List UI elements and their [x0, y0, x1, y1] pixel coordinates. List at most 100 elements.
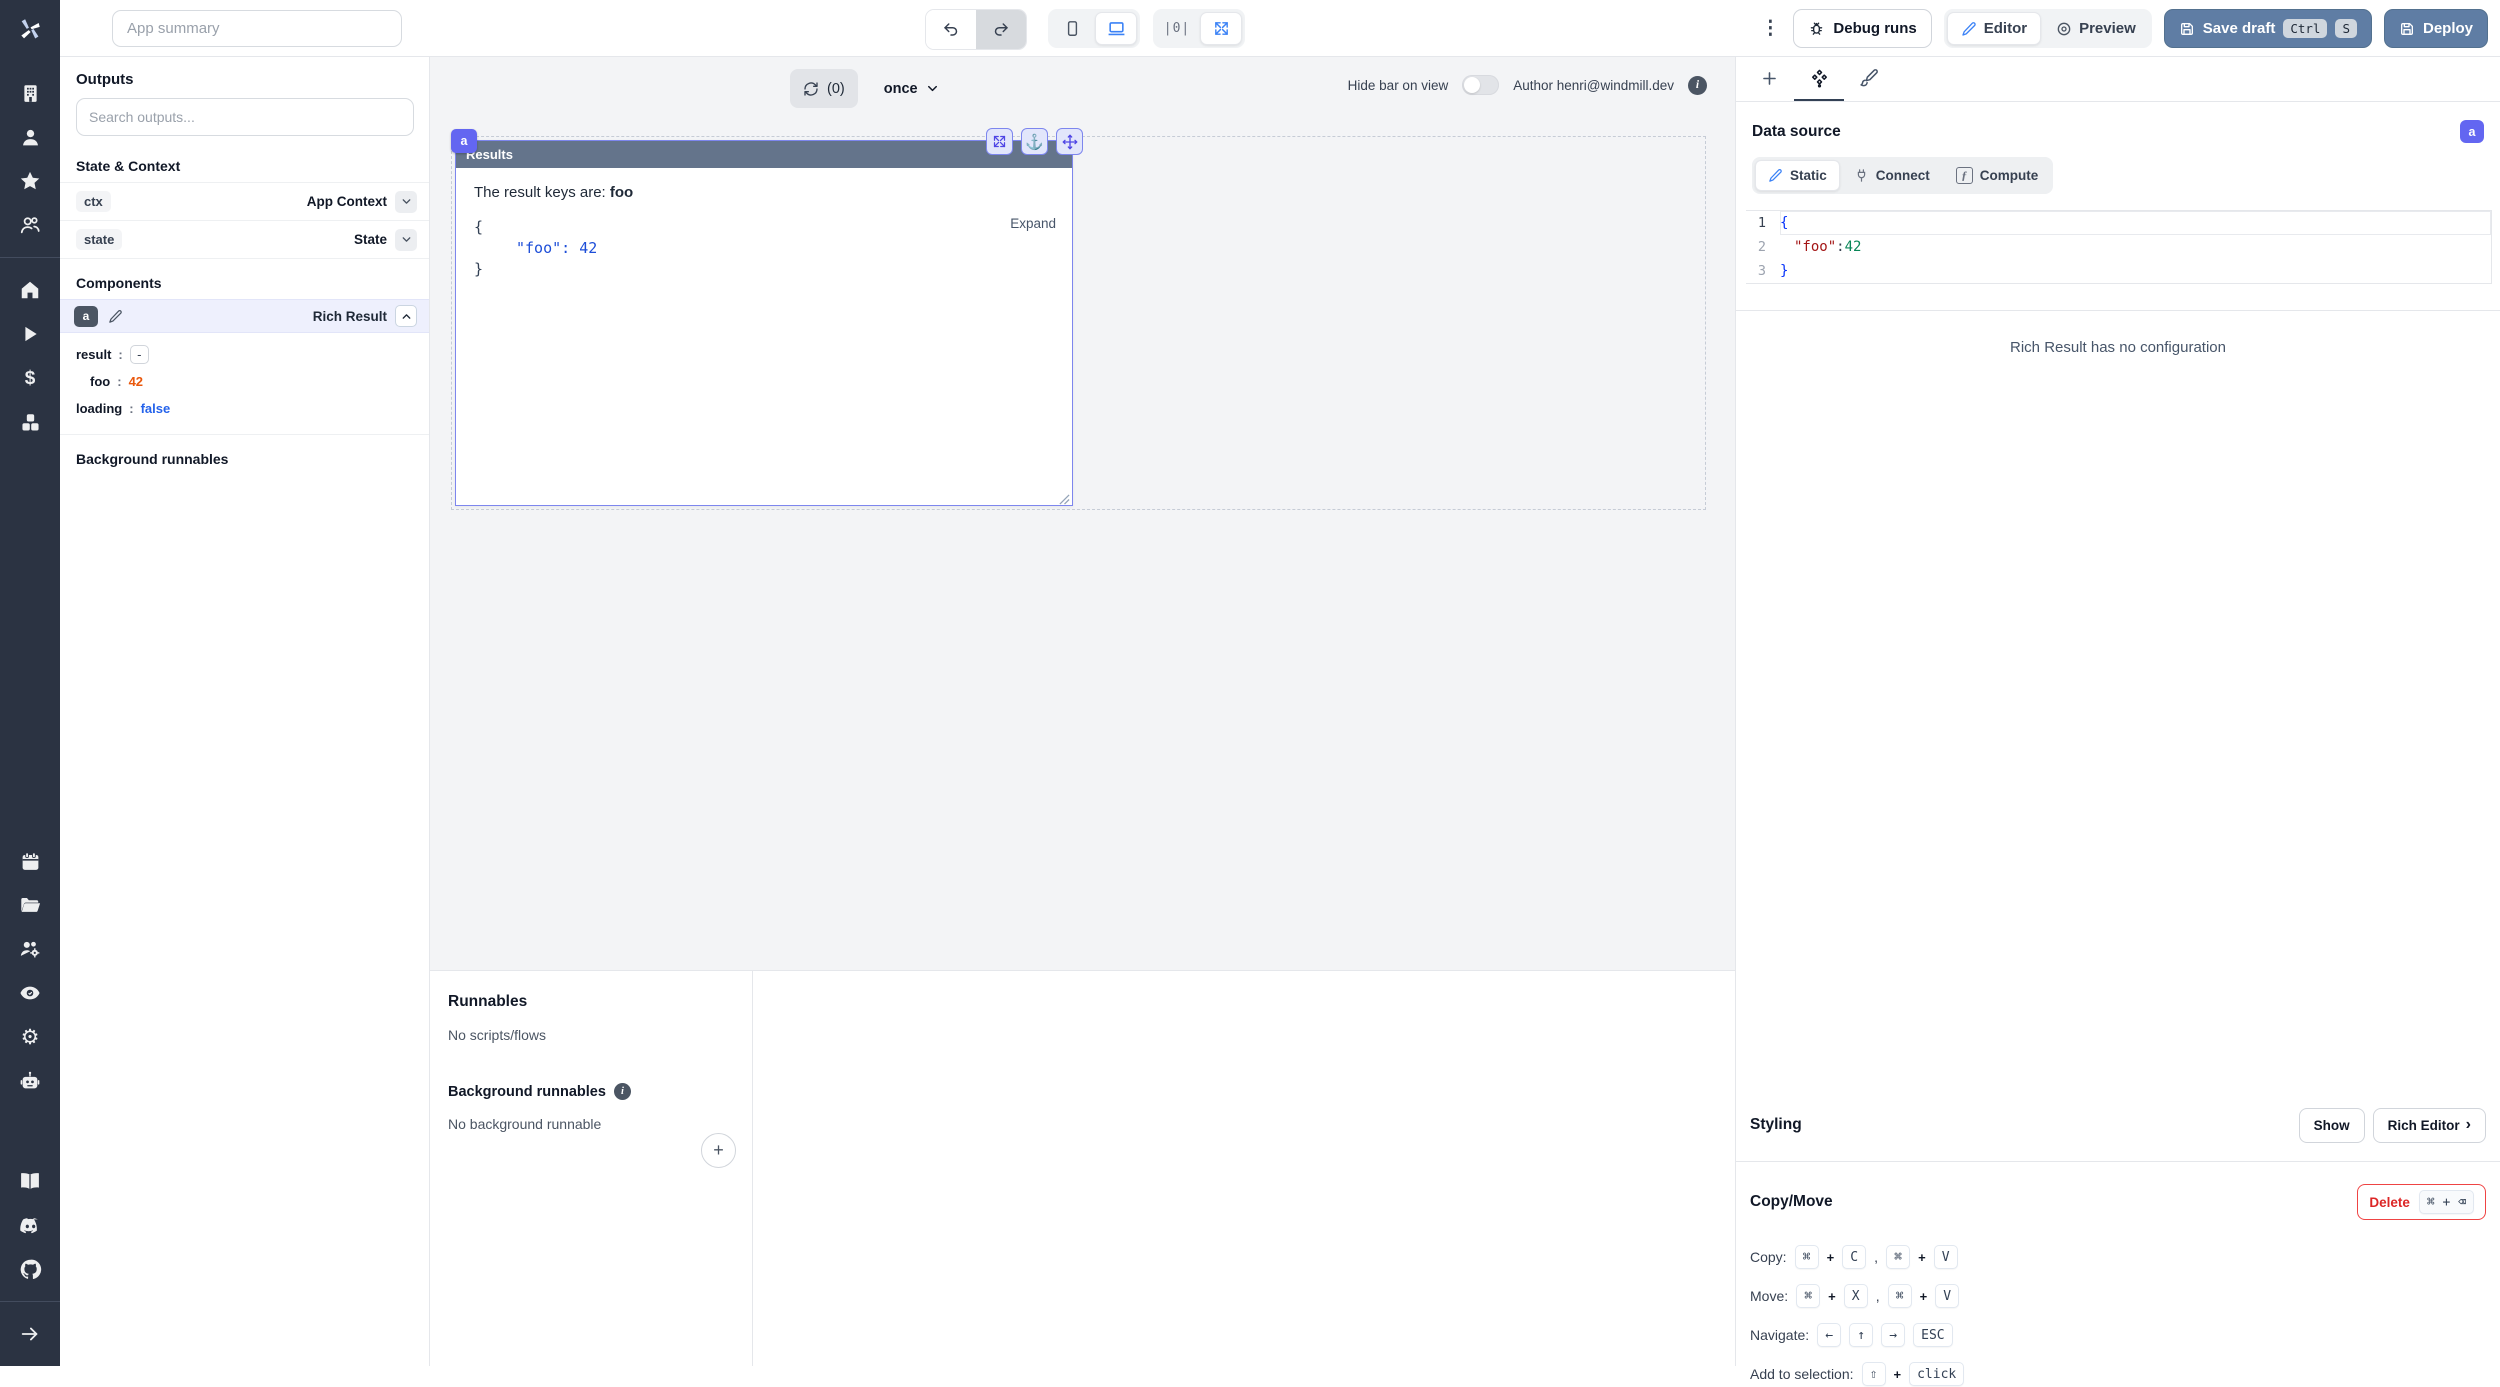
connect-mode-label: Connect	[1876, 168, 1930, 183]
copy-move-section: Copy/Move Delete ⌘ + ⌫	[1736, 1184, 2500, 1220]
loading-tree-row: loading : false	[76, 395, 413, 422]
app-canvas[interactable]: (0) once Hide bar on view Author henri@w…	[430, 57, 1735, 1366]
save-draft-button[interactable]: Save draft Ctrl S	[2164, 9, 2372, 48]
hide-bar-toggle[interactable]	[1462, 75, 1499, 95]
plus-icon	[1760, 69, 1779, 88]
code-line-3[interactable]: 3 }	[1746, 259, 2491, 283]
styling-tab[interactable]	[1844, 57, 1894, 101]
static-mode-button[interactable]: Static	[1755, 160, 1840, 191]
user-icon[interactable]	[0, 115, 60, 159]
workspace-icon[interactable]	[0, 71, 60, 115]
component-a-row[interactable]: a Rich Result	[60, 299, 429, 333]
expand-json-link[interactable]: Expand	[1010, 216, 1056, 231]
cmd-key: ⌘	[1888, 1284, 1912, 1308]
insert-component-tab[interactable]	[1744, 57, 1794, 101]
windmill-logo[interactable]	[0, 0, 60, 57]
favorites-star-icon[interactable]	[0, 159, 60, 203]
groups-icon[interactable]	[0, 203, 60, 247]
panel-bottom-sections: Styling Show Rich Editor › Copy/Move Del…	[1736, 1105, 2500, 1387]
component-collapse-button[interactable]	[395, 305, 417, 327]
search-outputs-input[interactable]	[76, 98, 414, 136]
editor-tab-label: Editor	[1984, 20, 2027, 37]
app-summary-input[interactable]	[112, 10, 402, 47]
mobile-view-button[interactable]	[1051, 12, 1093, 45]
json-open-brace: {	[474, 217, 1054, 238]
chevron-up-icon	[400, 310, 413, 323]
expand-sidebar-arrow-icon[interactable]	[0, 1312, 60, 1356]
collapse-result-button[interactable]: -	[130, 345, 149, 364]
runs-play-icon[interactable]	[0, 312, 60, 356]
spacing-button[interactable]: |0|	[1156, 12, 1198, 45]
settings-gear-icon[interactable]: ⚙	[0, 1015, 60, 1059]
preview-tab[interactable]: Preview	[2043, 12, 2149, 45]
connect-mode-button[interactable]: Connect	[1842, 160, 1942, 191]
anchor-component-button[interactable]: ⚓	[1021, 128, 1048, 155]
rich-result-component[interactable]: a ⚓ Results The result keys are: foo Exp…	[455, 140, 1073, 506]
editor-tab[interactable]: Editor	[1947, 12, 2041, 45]
right-arrow-key: →	[1881, 1323, 1905, 1347]
desktop-icon	[1107, 19, 1126, 38]
styling-title: Styling	[1750, 1116, 1802, 1134]
delete-shortcut-kbd: ⌘ + ⌫	[2419, 1190, 2474, 1214]
home-icon[interactable]	[0, 268, 60, 312]
component-header[interactable]: Results	[456, 141, 1072, 168]
undo-button[interactable]	[926, 10, 976, 49]
docs-book-icon[interactable]	[0, 1159, 60, 1203]
rename-pencil-icon[interactable]	[108, 309, 123, 324]
folders-icon[interactable]	[0, 883, 60, 927]
component-settings-tab[interactable]	[1794, 57, 1844, 101]
rail-divider-bottom	[0, 1301, 60, 1302]
rail-divider	[0, 257, 60, 258]
rich-editor-button[interactable]: Rich Editor ›	[2373, 1108, 2486, 1143]
debug-runs-button[interactable]: Debug runs	[1793, 9, 1931, 48]
discord-icon[interactable]	[0, 1203, 60, 1247]
ctx-row[interactable]: ctx App Context	[60, 183, 429, 221]
redo-icon	[992, 21, 1010, 39]
component-settings-icon	[1809, 68, 1830, 89]
foo-key: foo	[90, 374, 110, 389]
schedules-calendar-icon[interactable]	[0, 839, 60, 883]
author-info-icon[interactable]: i	[1688, 76, 1707, 95]
resize-handle[interactable]	[1059, 494, 1070, 505]
code-line-1[interactable]: 1 {	[1746, 211, 2491, 235]
background-info-icon[interactable]: i	[614, 1083, 631, 1100]
json-code-editor[interactable]: 1 { 2 "foo": 42 3 }	[1746, 210, 2492, 284]
compute-mode-button[interactable]: ƒ Compute	[1944, 160, 2051, 191]
state-row[interactable]: state State	[60, 221, 429, 259]
app-editor-screen: $ ⚙	[0, 0, 2500, 1366]
undo-icon	[942, 21, 960, 39]
desktop-view-button[interactable]	[1095, 12, 1137, 45]
styling-section: Styling Show Rich Editor ›	[1736, 1105, 2500, 1145]
more-menu-button[interactable]: ⋮	[1759, 17, 1781, 40]
redo-button[interactable]	[976, 10, 1026, 49]
loading-key: loading	[76, 401, 122, 416]
component-badge[interactable]: a	[451, 129, 477, 153]
github-icon[interactable]	[0, 1247, 60, 1291]
ctx-expand-button[interactable]	[395, 191, 417, 213]
fullscreen-icon	[1213, 20, 1230, 37]
workers-icon[interactable]	[0, 927, 60, 971]
move-component-button[interactable]	[1056, 128, 1083, 155]
windmill-logo-icon	[17, 16, 43, 42]
expand-component-button[interactable]	[986, 128, 1013, 155]
state-expand-button[interactable]	[395, 229, 417, 251]
component-grid[interactable]: a ⚓ Results The result keys are: foo Exp…	[451, 136, 1706, 510]
recompute-button[interactable]: (0)	[790, 69, 858, 108]
cmd-key: ⌘	[1795, 1245, 1819, 1269]
deploy-button[interactable]: Deploy	[2384, 9, 2488, 48]
ai-robot-icon[interactable]	[0, 1059, 60, 1103]
frequency-select[interactable]: once	[884, 81, 940, 97]
resources-icon[interactable]	[0, 400, 60, 444]
background-runnables-title: Background runnables	[448, 1084, 606, 1100]
state-type-label: State	[354, 232, 387, 247]
delete-component-button[interactable]: Delete ⌘ + ⌫	[2357, 1184, 2486, 1220]
deploy-icon	[2399, 21, 2415, 37]
audit-eye-icon[interactable]	[0, 971, 60, 1015]
code-line-2[interactable]: 2 "foo": 42	[1746, 235, 2491, 259]
device-toggle-group	[1048, 9, 1140, 48]
variables-dollar-icon[interactable]: $	[0, 356, 60, 400]
preview-tab-label: Preview	[2079, 20, 2136, 37]
fullscreen-button[interactable]	[1200, 12, 1242, 45]
add-background-runnable-button[interactable]: +	[701, 1133, 736, 1168]
show-styling-button[interactable]: Show	[2299, 1108, 2365, 1143]
